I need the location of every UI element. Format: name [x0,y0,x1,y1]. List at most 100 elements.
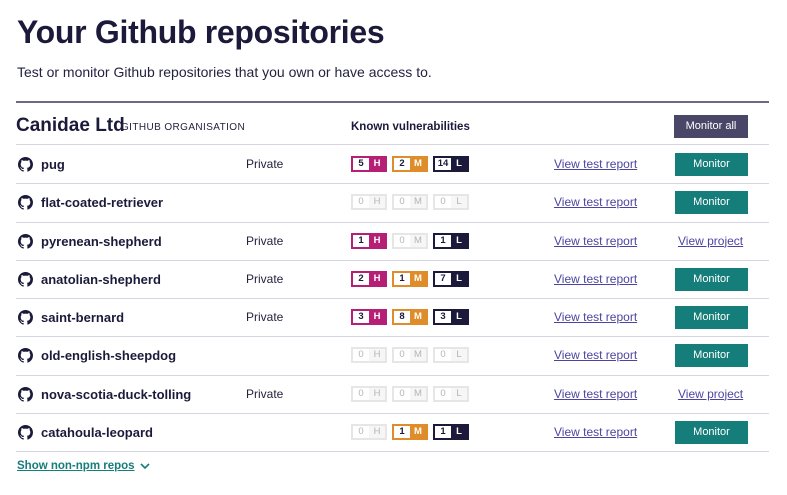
low-count: 7 [435,272,451,285]
repo-visibility: Private [246,157,284,171]
medium-count: 2 [394,158,410,170]
vulnerability-badges: 0 H 1 M 1 L [351,424,469,441]
high-severity-badge: 1 H [351,232,387,249]
low-severity-badge: 0 L [433,347,469,364]
low-severity-label: L [451,196,467,209]
medium-severity-label: M [410,311,426,324]
high-count: 0 [353,426,369,439]
low-severity-badge: 0 L [433,385,469,402]
repo-visibility: Private [246,271,284,286]
low-count: 0 [435,387,451,400]
monitor-all-button[interactable]: Monitor all [674,115,748,138]
view-test-report-link[interactable]: View test report [554,234,637,248]
monitor-button[interactable]: Monitor [675,191,748,215]
org-type-label: GITHUB ORGANISATION [121,122,246,133]
high-severity-badge: 5 H [351,156,387,172]
repo-name[interactable]: catahoula-leopard [41,425,153,440]
high-severity-label: H [369,158,385,170]
high-severity-label: H [369,387,385,400]
low-count: 0 [435,349,451,362]
low-severity-label: L [451,349,467,362]
medium-severity-badge: 2 M [392,156,428,172]
medium-severity-badge: 8 M [392,309,428,326]
medium-severity-badge: 1 M [392,424,428,441]
high-severity-label: H [369,311,385,324]
medium-severity-label: M [410,234,426,247]
low-severity-badge: 1 L [433,424,469,441]
repo-row: pyrenean-shepherd Private 1 H 0 M 1 L Vi… [16,223,769,261]
vulnerability-badges: 0 H 0 M 0 L [351,194,469,211]
repo-name[interactable]: nova-scotia-duck-tolling [41,387,191,402]
high-severity-badge: 0 H [351,194,387,211]
low-count: 1 [435,426,451,439]
github-icon [18,271,33,287]
high-count: 5 [353,158,369,170]
repo-name[interactable]: pug [41,157,65,172]
high-severity-label: H [369,234,385,247]
medium-count: 0 [394,387,410,400]
low-severity-badge: 3 L [433,309,469,326]
low-count: 0 [435,196,451,209]
github-icon [18,233,33,249]
medium-severity-label: M [410,426,426,439]
repo-visibility: Private [246,386,284,401]
vulnerability-badges: 3 H 8 M 3 L [351,309,469,326]
view-test-report-link[interactable]: View test report [554,348,637,362]
show-non-npm-repos-link[interactable]: Show non-npm repos [17,460,150,472]
monitor-button[interactable]: Monitor [675,421,748,445]
view-test-report-link[interactable]: View test report [554,157,637,171]
high-severity-badge: 3 H [351,309,387,326]
high-severity-badge: 0 H [351,347,387,364]
repo-visibility: Private [246,233,284,248]
low-severity-badge: 14 L [433,156,469,172]
vulnerability-badges: 5 H 2 M 14 L [351,156,469,172]
low-count: 3 [435,311,451,324]
medium-count: 1 [394,426,410,439]
vulnerability-badges: 0 H 0 M 0 L [351,347,469,364]
medium-severity-badge: 0 M [392,232,428,249]
github-icon [18,157,33,172]
view-project-link[interactable]: View project [678,234,743,248]
medium-severity-badge: 0 M [392,194,428,211]
show-more-label: Show non-npm repos [17,460,135,472]
vulnerability-badges: 1 H 0 M 1 L [351,232,469,249]
medium-count: 1 [394,272,410,285]
chevron-down-icon [139,463,150,470]
high-severity-badge: 0 H [351,424,387,441]
high-severity-label: H [369,349,385,362]
repo-row: nova-scotia-duck-tolling Private 0 H 0 M… [16,376,769,415]
monitor-button[interactable]: Monitor [675,306,748,330]
repo-name[interactable]: anatolian-shepherd [41,272,161,287]
repo-row: catahoula-leopard 0 H 1 M 1 L View test … [16,414,769,453]
repo-row: flat-coated-retriever 0 H 0 M 0 L View t… [16,184,769,223]
monitor-button[interactable]: Monitor [675,153,748,176]
medium-count: 0 [394,234,410,247]
view-test-report-link[interactable]: View test report [554,195,637,209]
high-severity-label: H [369,272,385,285]
view-test-report-link[interactable]: View test report [554,272,637,286]
medium-severity-label: M [410,196,426,209]
high-count: 1 [353,234,369,247]
high-severity-label: H [369,196,385,209]
view-project-link[interactable]: View project [678,387,743,401]
view-test-report-link[interactable]: View test report [554,425,637,439]
high-severity-badge: 0 H [351,385,387,402]
low-severity-label: L [451,158,467,170]
medium-severity-label: M [410,272,426,285]
repo-name[interactable]: pyrenean-shepherd [41,234,162,249]
repo-name[interactable]: flat-coated-retriever [41,195,163,210]
high-count: 2 [353,272,369,285]
view-test-report-link[interactable]: View test report [554,310,637,324]
vulnerability-badges: 2 H 1 M 7 L [351,270,469,287]
view-test-report-link[interactable]: View test report [554,387,637,401]
repo-name[interactable]: old-english-sheepdog [41,348,176,363]
monitor-button[interactable]: Monitor [675,267,748,291]
repo-name[interactable]: saint-bernard [41,310,124,325]
monitor-button[interactable]: Monitor [675,344,748,368]
high-severity-badge: 2 H [351,270,387,287]
repo-row: anatolian-shepherd Private 2 H 1 M 7 L V… [16,261,769,300]
medium-severity-badge: 0 M [392,385,428,402]
medium-count: 8 [394,311,410,324]
medium-severity-badge: 1 M [392,270,428,287]
vulnerability-badges: 0 H 0 M 0 L [351,385,469,402]
